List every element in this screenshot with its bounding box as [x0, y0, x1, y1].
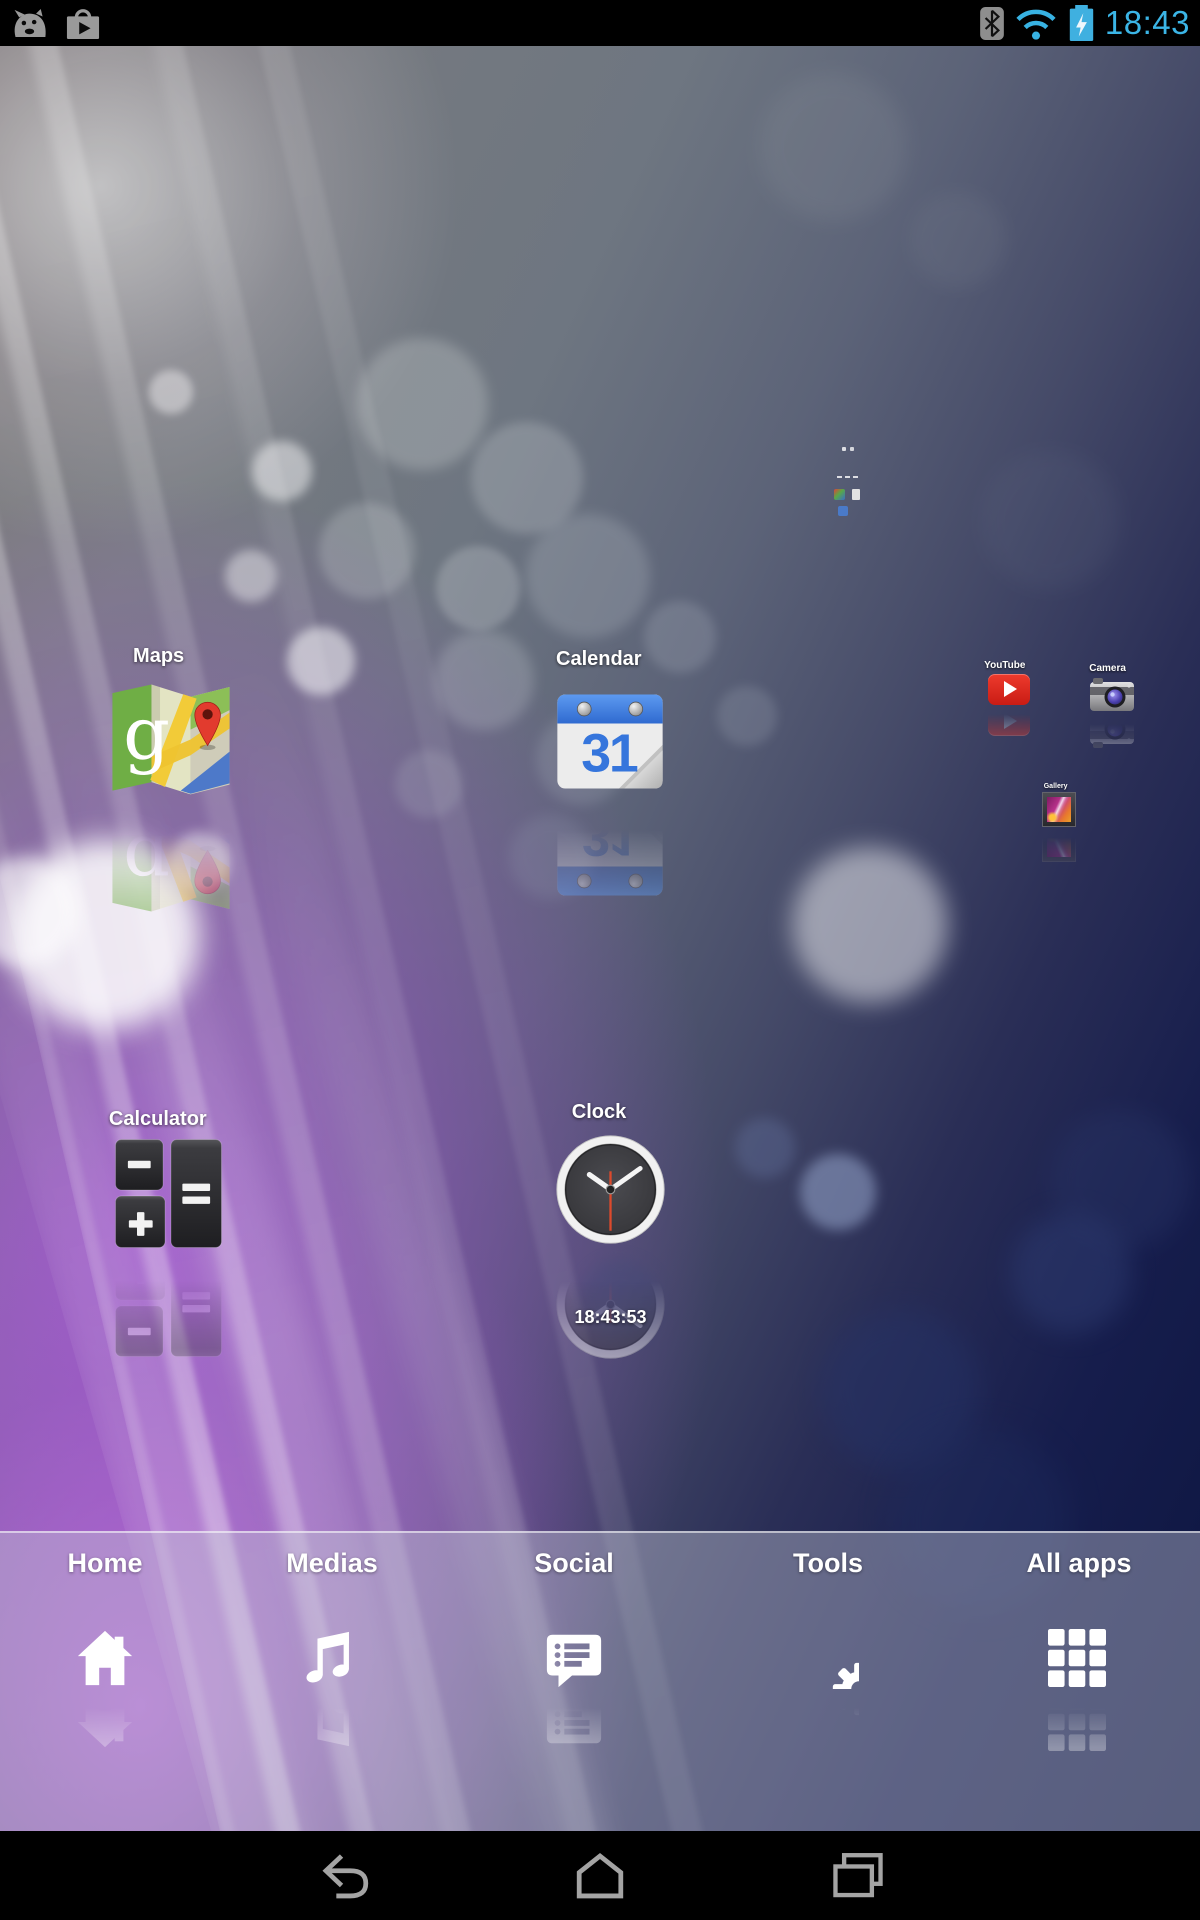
app-camera[interactable]: Camera: [1090, 663, 1134, 713]
tiny-shortcut-dot[interactable]: [850, 447, 854, 451]
status-bar-notifications: [8, 0, 101, 46]
back-button[interactable]: [314, 1850, 376, 1902]
dock-tab-medias[interactable]: Medias: [222, 1548, 442, 1689]
home-icon-reflection: [74, 1689, 136, 1751]
chat-bubble-icon: [543, 1627, 605, 1689]
maps-icon-reflection: [109, 798, 233, 920]
youtube-icon: [988, 674, 1030, 705]
home-icon: [569, 1850, 631, 1902]
clock-icon-reflection: [553, 1247, 668, 1362]
wifi-icon: [1014, 5, 1058, 41]
dock-tab-social[interactable]: Social: [464, 1548, 684, 1689]
app-label: Gallery: [1032, 783, 1080, 790]
tiny-shortcut-label: [853, 476, 858, 478]
recents-button[interactable]: [827, 1850, 889, 1902]
analog-clock-icon: [553, 1132, 668, 1247]
app-gallery[interactable]: Gallery: [1042, 783, 1076, 827]
bluetooth-icon: [980, 7, 1004, 40]
tiny-shortcut-label: [837, 476, 842, 478]
tiny-shortcut-icon[interactable]: [834, 489, 845, 500]
app-label: Clock: [519, 1101, 680, 1124]
digital-clock-time: 18:43:53: [574, 1307, 646, 1328]
calculator-icon-reflection: [115, 1248, 222, 1357]
calendar-icon: [554, 679, 666, 795]
tiny-shortcut-dot[interactable]: [842, 447, 846, 451]
android-home-screen: 18:43 Maps Calendar: [0, 0, 1200, 1920]
tiny-shortcut-label: [845, 476, 850, 478]
dock-tab-label: Social: [534, 1548, 614, 1579]
gear-icon-reflection: [797, 1689, 859, 1751]
home-icon: [74, 1627, 136, 1689]
status-bar-indicators: 18:43: [980, 0, 1190, 46]
app-maps[interactable]: Maps: [109, 645, 233, 798]
clock-time: 18:43: [1105, 0, 1190, 46]
dock-tab-home[interactable]: Home: [0, 1548, 215, 1689]
music-note-icon-reflection: [301, 1689, 363, 1751]
calculator-icon: [115, 1139, 222, 1248]
app-label: Camera: [1077, 663, 1139, 674]
tiny-shortcut-icon[interactable]: [852, 489, 860, 500]
app-label: Maps: [72, 645, 246, 668]
app-label: YouTube: [975, 660, 1034, 671]
play-store-icon: [65, 6, 101, 40]
recents-icon: [827, 1850, 889, 1902]
youtube-icon-reflection: [988, 705, 1030, 736]
dock-tab-tools[interactable]: Tools: [718, 1548, 938, 1689]
back-icon: [314, 1850, 376, 1902]
app-calendar[interactable]: Calendar: [554, 648, 666, 795]
camera-icon-reflection: [1090, 713, 1134, 749]
gallery-icon-reflection: [1042, 827, 1076, 862]
android-mascot-icon: [8, 7, 51, 39]
app-label: Calculator: [83, 1108, 233, 1131]
gear-icon: [797, 1627, 859, 1689]
app-clock[interactable]: Clock 18:43:53: [553, 1101, 668, 1247]
app-calculator[interactable]: Calculator: [115, 1108, 222, 1248]
dock-tab-label: All apps: [1026, 1548, 1131, 1579]
gallery-icon: [1042, 792, 1076, 827]
dock: Home Medias Social: [0, 1531, 1200, 1831]
calendar-icon-reflection: [554, 795, 666, 911]
app-grid-icon: [1048, 1629, 1106, 1687]
status-bar: 18:43: [0, 0, 1200, 46]
camera-icon: [1090, 677, 1134, 713]
dock-tab-label: Home: [67, 1548, 142, 1579]
dock-tab-label: Tools: [793, 1548, 863, 1579]
home-button[interactable]: [569, 1850, 631, 1902]
app-youtube[interactable]: YouTube: [988, 660, 1030, 705]
maps-icon: [109, 676, 233, 798]
dock-tab-all-apps[interactable]: All apps: [969, 1548, 1189, 1689]
battery-charging-icon: [1068, 5, 1095, 41]
app-grid-icon-reflection: [1048, 1689, 1110, 1751]
chat-bubble-icon-reflection: [543, 1689, 605, 1751]
dock-tab-label: Medias: [286, 1548, 378, 1579]
tiny-shortcut-icon[interactable]: [838, 506, 848, 516]
music-note-icon: [301, 1627, 363, 1689]
app-label: Calendar: [520, 648, 677, 671]
navigation-bar: [0, 1831, 1200, 1920]
